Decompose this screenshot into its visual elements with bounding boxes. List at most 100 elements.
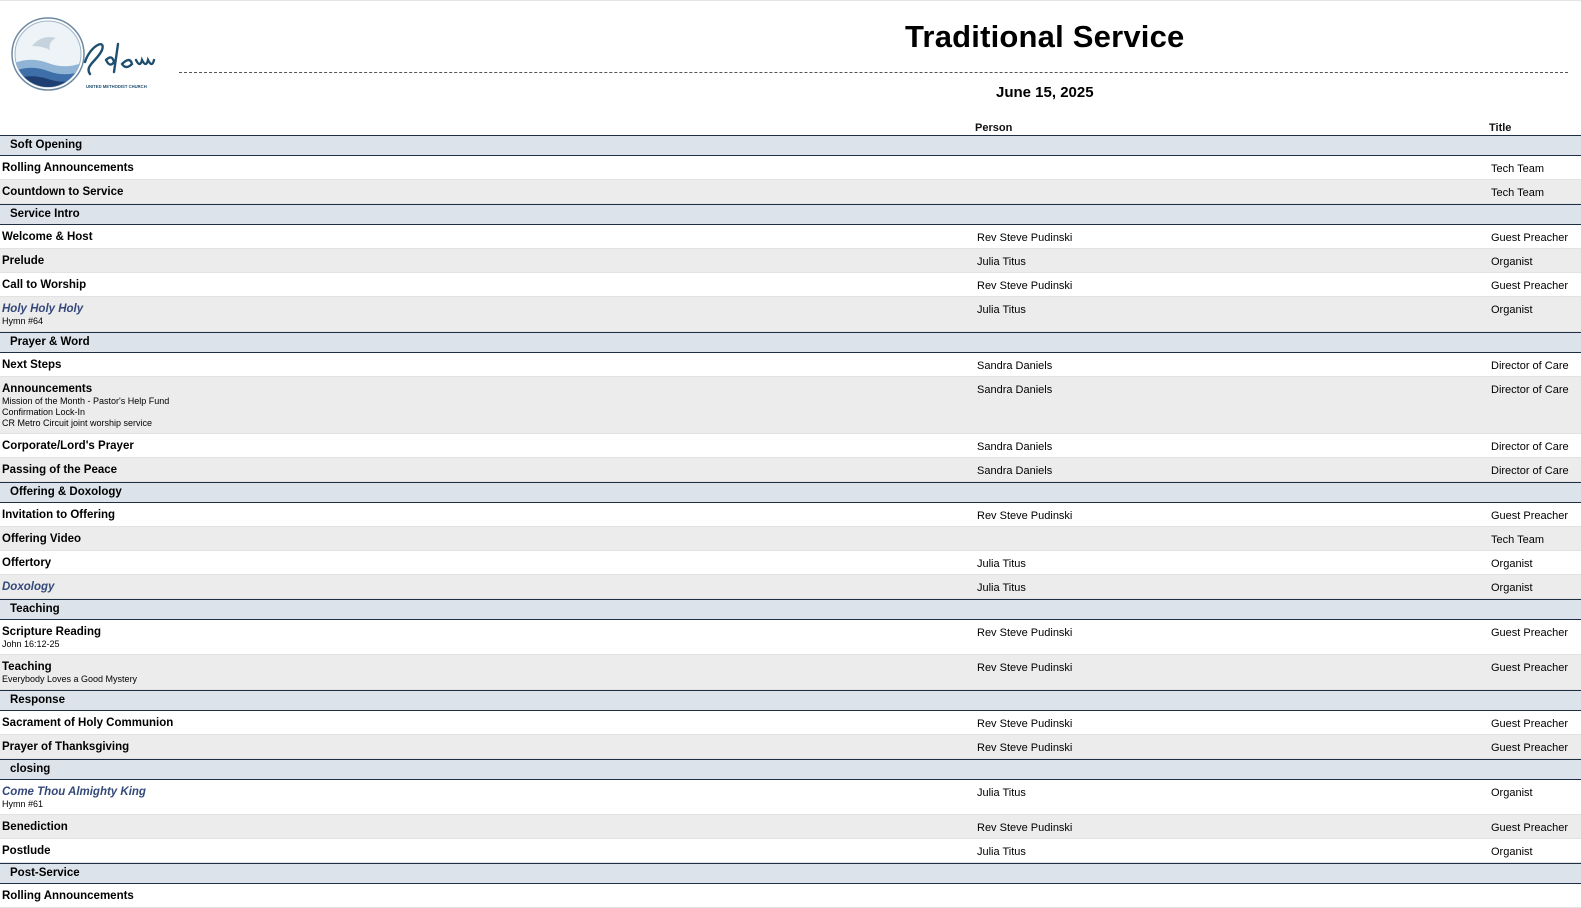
- item-name: Teaching: [2, 661, 52, 673]
- item-name: Invitation to Offering: [2, 509, 116, 521]
- item-name: Welcome & Host: [2, 231, 93, 243]
- service-item-row: Announcements Mission of the Month - Past…: [0, 377, 1581, 434]
- title-cell: Guest Preacher: [1491, 232, 1569, 244]
- service-item-row: Postlude Julia Titus Organist: [0, 839, 1581, 863]
- title-cell: Guest Preacher: [1491, 510, 1569, 522]
- item-cell: Prelude: [2, 254, 44, 268]
- title-cell: Organist: [1491, 558, 1533, 570]
- service-item-row: Offertory Julia Titus Organist: [0, 551, 1581, 575]
- item-cell: Next Steps: [2, 358, 61, 372]
- item-cell: Invitation to Offering: [2, 508, 115, 522]
- title-divider: [179, 72, 1568, 73]
- service-item-row: Rolling Announcements Tech Team: [0, 156, 1581, 180]
- title-cell: Organist: [1491, 256, 1533, 268]
- title-cell: Guest Preacher: [1491, 280, 1569, 292]
- item-name: Postlude: [2, 845, 51, 857]
- service-order-table: Soft Opening Rolling Announcements Tech Te…: [0, 135, 1581, 908]
- title-cell: Organist: [1491, 304, 1533, 316]
- item-cell: Offering Video: [2, 532, 81, 546]
- title-cell: Guest Preacher: [1491, 662, 1569, 674]
- service-item-row: Scripture Reading John 16:12-25 Rev Steve …: [0, 620, 1581, 655]
- service-item-row: Offering Video Tech Team: [0, 527, 1581, 551]
- column-header-person: Person: [975, 122, 1013, 134]
- item-name: Call to Worship: [2, 279, 87, 291]
- person-cell: Julia Titus: [977, 582, 1026, 594]
- church-logo: UNITED METHODIST CHURCH: [11, 17, 156, 91]
- item-name: Offering Video: [2, 533, 82, 545]
- logo-subtext: UNITED METHODIST CHURCH: [86, 84, 147, 89]
- page-title: Traditional Service: [905, 19, 1185, 54]
- item-note: Confirmation Lock-In: [2, 407, 86, 417]
- item-name: Next Steps: [2, 359, 62, 371]
- item-cell: Offertory: [2, 556, 51, 570]
- person-cell: Sandra Daniels: [977, 441, 1053, 453]
- service-item-row: Passing of the Peace Sandra Daniels Direct…: [0, 458, 1581, 482]
- item-name: Passing of the Peace: [2, 464, 118, 476]
- item-name: Announcements: [2, 383, 93, 395]
- service-item-row: Corporate/Lord's Prayer Sandra Daniels Dir…: [0, 434, 1581, 458]
- title-cell: Tech Team: [1491, 534, 1544, 546]
- item-cell: Doxology: [2, 580, 54, 594]
- item-note: Hymn #61: [2, 799, 44, 809]
- service-item-row: Prelude Julia Titus Organist: [0, 249, 1581, 273]
- item-cell: Countdown to Service: [2, 185, 123, 199]
- item-note: John 16:12-25: [2, 639, 60, 649]
- section-header: Offering & Doxology: [0, 482, 1581, 503]
- title-cell: Director of Care: [1491, 441, 1569, 453]
- title-cell: Tech Team: [1491, 163, 1544, 175]
- title-cell: Guest Preacher: [1491, 742, 1569, 754]
- title-cell: Organist: [1491, 846, 1533, 858]
- person-cell: Julia Titus: [977, 558, 1026, 570]
- item-cell: Welcome & Host: [2, 230, 93, 244]
- service-item-row: Next Steps Sandra Daniels Director of Care: [0, 353, 1581, 377]
- person-cell: Rev Steve Pudinski: [977, 662, 1073, 674]
- person-cell: Sandra Daniels: [977, 360, 1053, 372]
- item-name: Prayer of Thanksgiving: [2, 741, 130, 753]
- item-name: Benediction: [2, 821, 68, 833]
- service-item-row: Rolling Announcements: [0, 884, 1581, 908]
- item-note: Hymn #64: [2, 316, 44, 326]
- service-item-row: Benediction Rev Steve Pudinski Guest Preac…: [0, 815, 1581, 839]
- service-item-row: Welcome & Host Rev Steve Pudinski Guest Pr…: [0, 225, 1581, 249]
- person-cell: Sandra Daniels: [977, 465, 1053, 477]
- person-cell: Julia Titus: [977, 787, 1026, 799]
- service-item-row: Holy Holy Holy Hymn #64 Julia Titus Organis…: [0, 297, 1581, 332]
- person-cell: Rev Steve Pudinski: [977, 742, 1073, 754]
- person-cell: Rev Steve Pudinski: [977, 232, 1073, 244]
- item-cell: Rolling Announcements: [2, 161, 134, 175]
- person-cell: Sandra Daniels: [977, 384, 1053, 396]
- section-header: Response: [0, 690, 1581, 711]
- item-cell: Sacrament of Holy Communion: [2, 716, 173, 730]
- person-cell: Rev Steve Pudinski: [977, 718, 1073, 730]
- item-cell: Teaching Everybody Loves a Good Mystery: [2, 660, 137, 685]
- title-cell: Guest Preacher: [1491, 822, 1569, 834]
- title-cell: Organist: [1491, 787, 1533, 799]
- item-name: Prelude: [2, 255, 45, 267]
- service-item-row: Doxology Julia Titus Organist: [0, 575, 1581, 599]
- song-title: Come Thou Almighty King: [2, 786, 146, 798]
- service-item-row: Prayer of Thanksgiving Rev Steve Pudinski…: [0, 735, 1581, 759]
- item-cell: Corporate/Lord's Prayer: [2, 439, 134, 453]
- item-cell: Announcements Mission of the Month - Past…: [2, 382, 169, 429]
- song-title: Holy Holy Holy: [2, 303, 84, 315]
- service-item-row: Teaching Everybody Loves a Good Mystery Re…: [0, 655, 1581, 690]
- item-cell: Scripture Reading John 16:12-25: [2, 625, 101, 650]
- section-header: Teaching: [0, 599, 1581, 620]
- person-cell: Rev Steve Pudinski: [977, 510, 1073, 522]
- title-cell: Guest Preacher: [1491, 627, 1569, 639]
- service-item-row: Call to Worship Rev Steve Pudinski Guest P…: [0, 273, 1581, 297]
- person-cell: Rev Steve Pudinski: [977, 822, 1073, 834]
- item-cell: Benediction: [2, 820, 68, 834]
- title-cell: Director of Care: [1491, 360, 1569, 372]
- service-item-row: Sacrament of Holy Communion Rev Steve Pud…: [0, 711, 1581, 735]
- service-date: June 15, 2025: [996, 84, 1094, 101]
- item-name: Offertory: [2, 557, 52, 569]
- title-cell: Director of Care: [1491, 465, 1569, 477]
- section-header: closing: [0, 759, 1581, 780]
- item-cell: Holy Holy Holy Hymn #64: [2, 302, 83, 327]
- item-cell: Prayer of Thanksgiving: [2, 740, 129, 754]
- item-name: Sacrament of Holy Communion: [2, 717, 174, 729]
- person-cell: Rev Steve Pudinski: [977, 280, 1073, 292]
- column-header-title: Title: [1489, 122, 1512, 134]
- item-name: Corporate/Lord's Prayer: [2, 440, 134, 452]
